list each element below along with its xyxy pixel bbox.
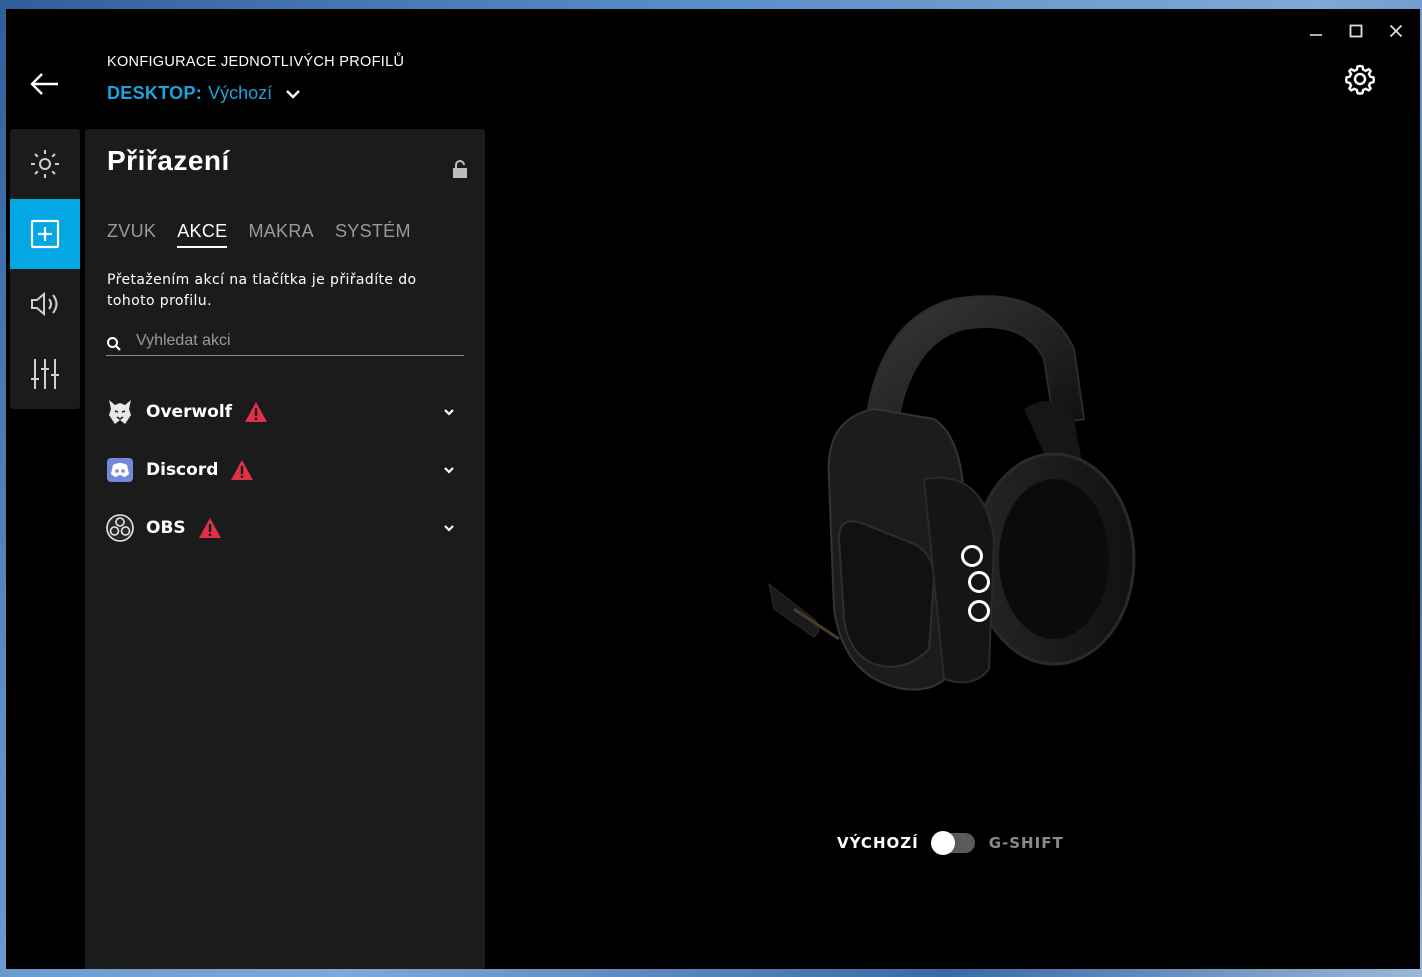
list-item-discord[interactable]: Discord [106,441,466,499]
profile-selector[interactable]: DESKTOP: Výchozí [107,83,302,104]
gshift-toggle-row: VÝCHOZÍ G-SHIFT [837,831,1064,855]
speaker-icon [31,291,58,317]
chevron-down-icon[interactable] [442,463,456,477]
headset-illustration [768,295,1136,691]
close-button[interactable] [1386,21,1406,41]
search-input[interactable] [134,331,458,351]
warning-icon [231,460,254,480]
app-name: OBS [146,518,186,538]
unlock-icon[interactable] [451,159,469,179]
sun-icon [31,150,59,178]
profile-name: Výchozí [208,83,273,103]
app-name: Overwolf [146,402,233,422]
app-window: KONFIGURACE JEDNOTLIVÝCH PROFILŮ DESKTOP… [6,9,1420,969]
maximize-icon [1349,24,1363,38]
app-name: Discord [146,460,219,480]
search-icon [107,337,121,351]
g-key-3-hotspot[interactable] [968,600,990,622]
side-nav [10,129,80,409]
back-button[interactable] [28,69,62,99]
search-box [106,327,464,356]
panel-title: Přiřazení [107,145,230,176]
obs-icon [106,514,134,542]
minimize-icon [1310,34,1322,36]
overwolf-icon [106,398,134,426]
maximize-button[interactable] [1346,21,1366,41]
g-key-1-hotspot[interactable] [961,545,983,567]
toggle-knob [930,831,955,855]
gear-icon [1344,64,1376,95]
discord-icon [106,456,134,484]
close-icon [1389,24,1403,38]
headset-image [754,279,1154,699]
list-item-obs[interactable]: OBS [106,499,466,557]
chevron-down-icon[interactable] [442,405,456,419]
warning-icon [198,518,221,538]
nav-lighting[interactable] [10,129,80,199]
plus-square-icon [30,219,60,249]
tab-zvuk[interactable]: ZVUK [107,221,156,248]
gshift-toggle[interactable] [930,831,975,855]
warning-icon [245,402,268,422]
action-app-list: Overwolf Discord OBS [106,383,466,557]
equalizer-sliders-icon [31,359,59,389]
g-key-2-hotspot[interactable] [968,571,990,593]
arrow-left-icon [30,73,58,95]
minimize-button[interactable] [1306,21,1326,41]
settings-button[interactable] [1344,63,1376,95]
tab-makra[interactable]: MAKRA [248,221,314,248]
profile-label: DESKTOP: [107,83,203,103]
tab-system[interactable]: SYSTÉM [335,221,411,248]
nav-sound[interactable] [10,269,80,339]
nav-equalizer[interactable] [10,339,80,409]
list-item-overwolf[interactable]: Overwolf [106,383,466,441]
assignments-panel: Přiřazení ZVUK AKCE MAKRA SYSTÉM Přetaže… [85,129,485,969]
window-controls [1306,21,1406,41]
tab-akce[interactable]: AKCE [177,221,228,248]
default-mode-label: VÝCHOZÍ [837,834,919,852]
gshift-mode-label: G-SHIFT [988,834,1064,852]
chevron-down-icon [286,89,300,99]
nav-assignments[interactable] [10,199,80,269]
assignment-tabs: ZVUK AKCE MAKRA SYSTÉM [107,221,411,248]
chevron-down-icon[interactable] [442,521,456,535]
instruction-text: Přetažením akcí na tlačítka je přiřadíte… [107,272,417,309]
page-subtitle: KONFIGURACE JEDNOTLIVÝCH PROFILŮ [107,54,405,70]
